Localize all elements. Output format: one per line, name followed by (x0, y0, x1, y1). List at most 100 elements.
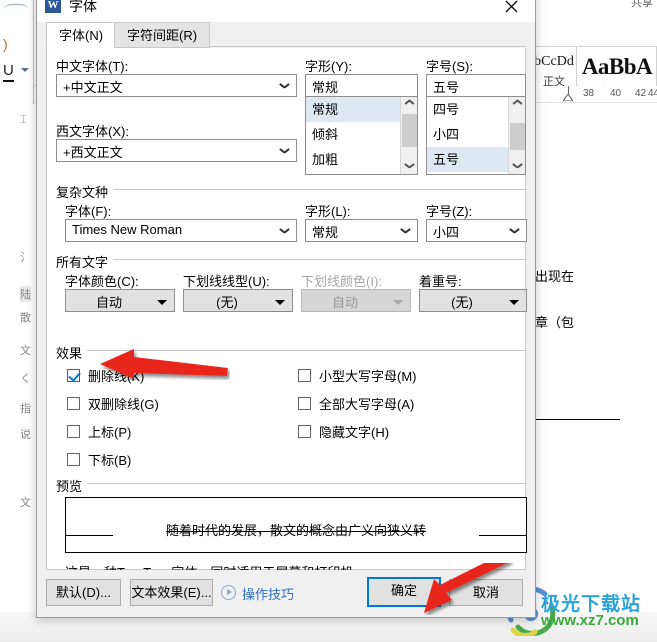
close-icon (505, 0, 518, 13)
checkbox-box[interactable] (67, 453, 80, 466)
scrollbar[interactable] (400, 97, 417, 174)
complex-style-value: 常规 (312, 225, 339, 240)
chevron-down-icon (510, 228, 519, 234)
scrollbar[interactable] (508, 97, 525, 174)
font-style-value: 常规 (312, 80, 339, 95)
indent-marker-icon[interactable] (563, 94, 573, 101)
text-effects-button[interactable]: 文本效果(E)... (130, 579, 213, 606)
ruler-tab-stop (568, 86, 569, 95)
checkbox-label: 双删除线(G) (88, 397, 159, 412)
complex-font-combo[interactable]: Times New Roman (65, 219, 297, 242)
scrollbar-thumb[interactable] (510, 123, 525, 150)
style-sample-text: bCcDd (534, 54, 574, 69)
checkbox-box[interactable] (298, 397, 311, 410)
group-divider (56, 483, 527, 484)
font-style-listbox[interactable]: 常规 倾斜 加粗 (305, 96, 418, 175)
left-document-margin: ⌶ 氵 陆 散 文 く 指 说 文 (0, 104, 34, 642)
complex-style-label: 字形(L): (305, 204, 351, 219)
cancel-button[interactable]: 取消 (449, 579, 523, 606)
checkbox-label: 下标(B) (88, 453, 132, 468)
font-size-input[interactable]: 五号 (426, 74, 526, 97)
font-style-input[interactable]: 常规 (305, 74, 418, 97)
ok-button[interactable]: 确定 (367, 577, 441, 607)
tab-character-spacing[interactable]: 字符间距(R) (114, 22, 211, 48)
chevron-down-icon[interactable] (21, 68, 29, 72)
document-text-fragment: 章（包 (535, 315, 575, 330)
dialog-body: 字体(N) 字符间距(R) 中文字体(T): +中文正文 西文字体(X): +西… (37, 22, 535, 617)
scroll-up-button[interactable] (401, 97, 417, 114)
complex-size-combo[interactable]: 小四 (426, 219, 527, 242)
dropdown-arrow-icon (393, 300, 403, 305)
underline-color-label: 下划线颜色(I): (301, 274, 382, 289)
checkbox-label: 隐藏文字(H) (319, 425, 390, 440)
undo-icon[interactable] (4, 4, 28, 16)
dropdown-arrow-icon (275, 300, 285, 305)
checkbox-label: 删除线(K) (88, 369, 145, 384)
close-button[interactable] (489, 0, 535, 22)
chinese-font-value: +中文正文 (63, 80, 123, 95)
font-size-listbox[interactable]: 四号 小四 五号 (426, 96, 526, 175)
word-icon: W (45, 0, 61, 13)
emphasis-mark-combo[interactable]: (无) (419, 289, 527, 312)
western-font-combo[interactable]: +西文正文 (56, 139, 297, 162)
font-style-label: 字形(Y): (305, 59, 352, 74)
group-divider (56, 259, 527, 260)
underline-style-label: 下划线线型(U): (183, 274, 270, 289)
scroll-up-button[interactable] (509, 97, 525, 114)
underline-style-combo[interactable]: (无) (183, 289, 293, 312)
chinese-font-combo[interactable]: +中文正文 (56, 74, 297, 97)
ruler-tick: 44 (648, 88, 657, 99)
complex-script-group-label: 复杂文种 (56, 182, 114, 201)
preview-group-label: 预览 (56, 476, 88, 495)
style-sample-text: AaBbA (581, 54, 653, 79)
emphasis-mark-label: 着重号: (419, 274, 462, 289)
ruler-tick: 40 (610, 88, 622, 99)
tips-link[interactable]: 操作技巧 (242, 584, 294, 603)
checkbox-box[interactable] (67, 369, 80, 382)
preview-rule-right (479, 535, 527, 536)
preview-rule-left (65, 535, 113, 536)
complex-size-label: 字号(Z): (426, 204, 473, 219)
share-button-fragment[interactable]: 共享 (631, 0, 653, 10)
chevron-down-icon (280, 83, 289, 89)
chinese-font-label: 中文字体(T): (56, 59, 129, 74)
font-color-label: 字体颜色(C): (65, 274, 139, 289)
underline-color-combo: 自动 (301, 289, 411, 312)
dialog-footer: 默认(D)... 文本效果(E)... 操作技巧 确定 取消 (37, 570, 535, 617)
complex-size-value: 小四 (433, 225, 460, 240)
emphasis-mark-value: (无) (451, 295, 473, 310)
font-color-value: 自动 (95, 295, 122, 310)
complex-style-combo[interactable]: 常规 (305, 219, 418, 242)
dropdown-arrow-icon (157, 300, 167, 305)
ruler-tick: 38 (583, 88, 595, 99)
checkbox-box[interactable] (298, 369, 311, 382)
tab-font[interactable]: 字体(N) (46, 22, 117, 48)
chevron-down-icon (401, 228, 410, 234)
checkbox-box[interactable] (298, 425, 311, 438)
effects-group-label: 效果 (56, 343, 88, 362)
dialog-titlebar[interactable]: W 字体 (37, 0, 535, 22)
chevron-down-icon (280, 148, 289, 154)
paren-glyph: ) (3, 36, 8, 52)
all-text-group-label: 所有文字 (56, 252, 114, 271)
checkbox-box[interactable] (67, 397, 80, 410)
dialog-title: 字体 (69, 0, 97, 14)
document-text-fragment: 出现在 (535, 269, 575, 284)
group-divider (56, 350, 527, 351)
font-tab-panel: 中文字体(T): +中文正文 西文字体(X): +西文正文 字形(Y): 常规 … (46, 48, 527, 580)
complex-font-label: 字体(F): (65, 204, 112, 219)
scroll-down-button[interactable] (509, 157, 525, 174)
scroll-down-button[interactable] (401, 157, 417, 174)
underline-color-value: 自动 (331, 295, 358, 310)
dropdown-arrow-icon (509, 300, 519, 305)
default-button[interactable]: 默认(D)... (46, 579, 121, 606)
ruler-tick: 42 (635, 88, 647, 99)
checkbox-box[interactable] (67, 425, 80, 438)
scrollbar-thumb[interactable] (402, 114, 417, 147)
font-size-label: 字号(S): (426, 59, 473, 74)
font-color-combo[interactable]: 自动 (65, 289, 175, 312)
preview-box: 随着时代的发展，散文的概念由广义向狭义转 (65, 497, 527, 553)
checkbox-label: 上标(P) (88, 425, 132, 440)
play-circle-icon (221, 585, 236, 600)
underline-icon[interactable]: U (3, 62, 14, 82)
